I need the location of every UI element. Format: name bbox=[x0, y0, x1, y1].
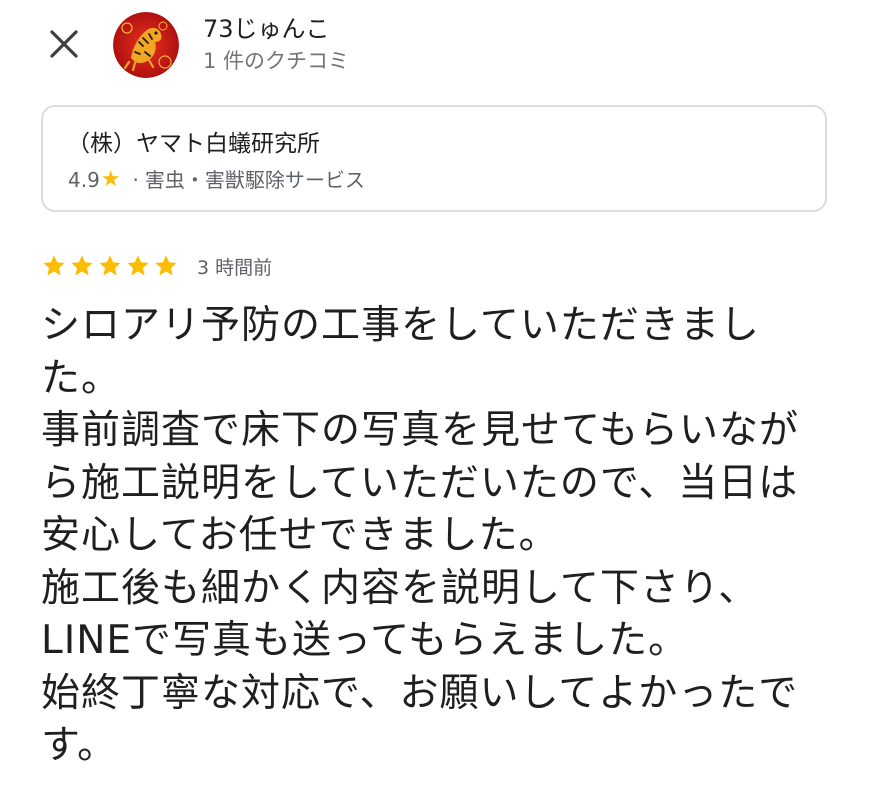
place-name: （株）ヤマト白蟻研究所 bbox=[67, 131, 320, 157]
review-text-line: LINEで写真も送ってもらえました。 bbox=[41, 618, 689, 663]
tiger-avatar-icon bbox=[113, 12, 179, 78]
separator: · bbox=[132, 168, 139, 192]
place-rating: 4.9 bbox=[68, 168, 100, 192]
close-button[interactable] bbox=[44, 24, 84, 64]
review-text-line: 安心してお任せできました。 bbox=[41, 513, 559, 558]
reviewer-review-count: 1 件のクチコミ bbox=[203, 49, 350, 73]
review-text-line: シロアリ予防の工事をしていただきまし bbox=[41, 303, 760, 348]
star-icon bbox=[127, 255, 149, 276]
star-icon bbox=[43, 255, 65, 276]
star-icon bbox=[71, 255, 93, 276]
review-text-line: 始終丁寧な対応で、お願いしてよかったで bbox=[41, 670, 799, 716]
reviewer-name[interactable]: 73じゅんこ bbox=[203, 14, 330, 44]
review-text-line: 施工後も細かく内容を説明して下さり、 bbox=[41, 565, 759, 611]
review-text: シロアリ予防の工事をしていただきまし た。事前調査で床下の写真を見せてもらいながら… bbox=[41, 300, 831, 773]
review-stars bbox=[41, 253, 179, 279]
place-category: 害虫・害獣駆除サービス bbox=[144, 168, 365, 192]
review-text-line: た。 bbox=[41, 355, 122, 401]
review-page: 73じゅんこ 1 件のクチコミ （株）ヤマト白蟻研究所 4.9 ★ · 害虫・害… bbox=[0, 0, 869, 790]
review-text-line: す。 bbox=[41, 723, 118, 768]
star-icon bbox=[155, 255, 177, 276]
star-icon: ★ bbox=[100, 167, 121, 192]
review-text-line: ら施工説明をしていただいたので、当日は bbox=[41, 460, 799, 506]
place-meta: 4.9 ★ · 害虫・害獣駆除サービス bbox=[68, 167, 365, 193]
review-time: 3 時間前 bbox=[197, 256, 273, 279]
avatar[interactable] bbox=[113, 12, 179, 78]
review-rating-row: 3 時間前 bbox=[41, 251, 272, 281]
close-icon bbox=[50, 30, 78, 58]
place-card[interactable]: （株）ヤマト白蟻研究所 4.9 ★ · 害虫・害獣駆除サービス bbox=[41, 105, 827, 212]
review-text-line: 事前調査で床下の写真を見せてもらいなが bbox=[41, 408, 800, 453]
star-icon bbox=[99, 255, 121, 276]
